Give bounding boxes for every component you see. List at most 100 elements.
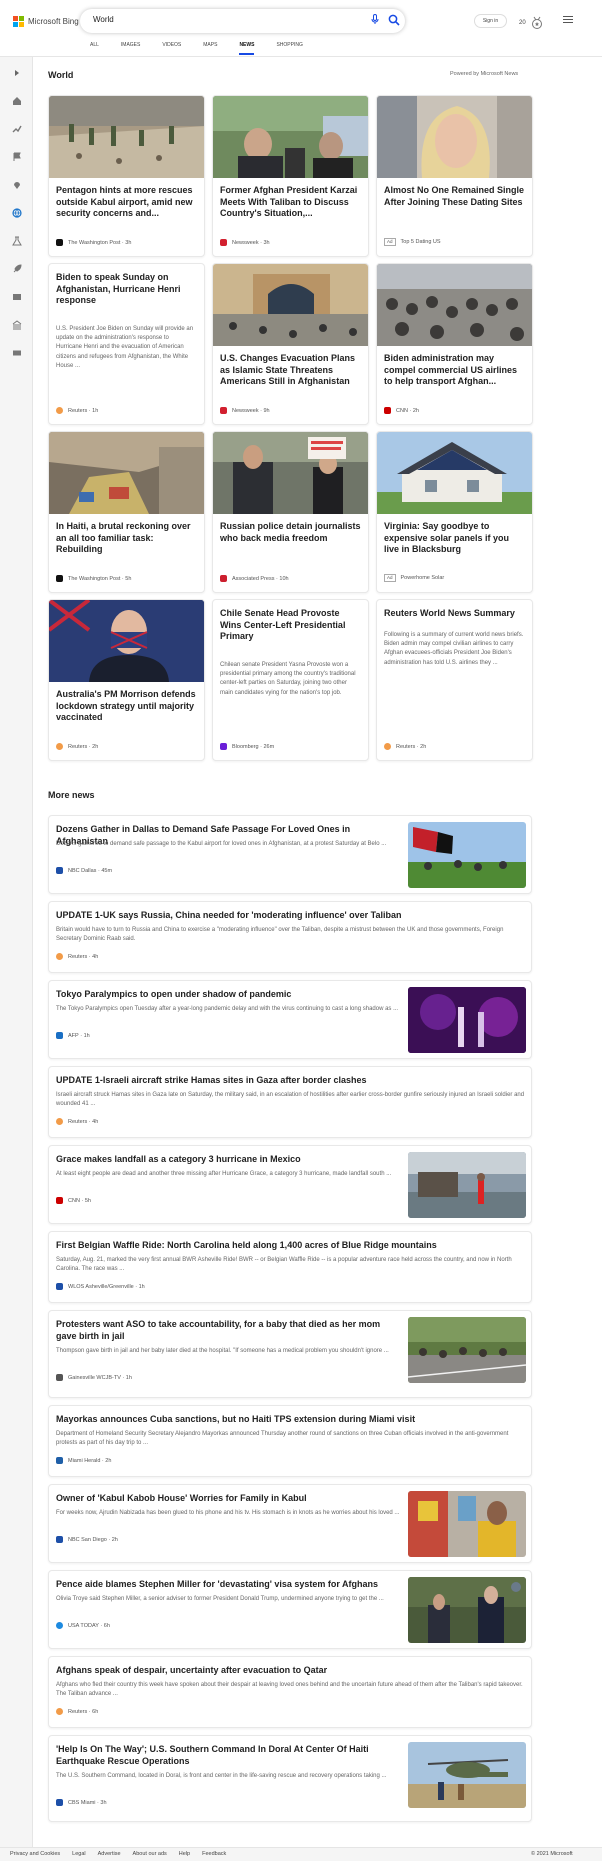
item-title[interactable]: Owner of 'Kabul Kabob House' Worries for… <box>56 1492 401 1504</box>
card-title[interactable]: Almost No One Remained Single After Join… <box>384 185 525 208</box>
entertainment-icon[interactable] <box>11 291 23 303</box>
news-card[interactable]: Australia's PM Morrison defends lockdown… <box>48 599 205 761</box>
card-title[interactable]: In Haiti, a brutal reckoning over an all… <box>56 521 197 556</box>
card-description: Chilean senate President Yasna Provoste … <box>220 662 356 696</box>
section-title: World <box>48 70 74 80</box>
item-title[interactable]: Protesters want ASO to take accountabili… <box>56 1318 401 1342</box>
item-title[interactable]: Tokyo Paralympics to open under shadow o… <box>56 988 401 1000</box>
search-icon[interactable] <box>388 14 400 26</box>
card-title[interactable]: Biden administration may compel commerci… <box>384 353 525 388</box>
menu-icon[interactable] <box>563 16 573 25</box>
business-icon[interactable] <box>11 319 23 331</box>
card-source: Reuters · 2h <box>384 743 426 750</box>
news-card[interactable]: Pentagon hints at more rescues outside K… <box>48 95 205 257</box>
science-icon[interactable] <box>11 235 23 247</box>
news-card[interactable]: Biden administration may compel commerci… <box>376 263 533 425</box>
publisher-icon <box>56 575 63 582</box>
card-source: Bloomberg · 26m <box>220 743 274 750</box>
card-title[interactable]: U.S. Changes Evacuation Plans as Islamic… <box>220 353 361 388</box>
news-card[interactable]: In Haiti, a brutal reckoning over an all… <box>48 431 205 593</box>
news-item[interactable]: Mayorkas announces Cuba sanctions, but n… <box>48 1405 532 1477</box>
item-source: Gainesville WCJB-TV · 1h <box>56 1374 132 1381</box>
item-source: NBC Dallas · 45m <box>56 867 112 874</box>
tab-news[interactable]: NEWS <box>239 42 255 56</box>
publisher-icon <box>384 743 391 750</box>
footer-link-feedback[interactable]: Feedback <box>202 1851 226 1857</box>
item-description: Thompson gave birth in jail and her baby… <box>56 1348 389 1354</box>
news-card[interactable]: Russian police detain journalists who ba… <box>212 431 369 593</box>
footer-link-legal[interactable]: Legal <box>72 1851 85 1857</box>
rewards-button[interactable]: 20 <box>519 16 544 30</box>
search-box[interactable]: World <box>80 9 405 33</box>
item-source: Miami Herald · 2h <box>56 1457 111 1464</box>
footer-link-privacy[interactable]: Privacy and Cookies <box>10 1851 60 1857</box>
home-icon[interactable] <box>11 95 23 107</box>
publisher-icon <box>384 407 391 414</box>
item-title[interactable]: 'Help Is On The Way'; U.S. Southern Comm… <box>56 1743 401 1767</box>
card-title[interactable]: Russian police detain journalists who ba… <box>220 521 361 544</box>
publisher-icon <box>56 1622 63 1629</box>
card-description: U.S. President Joe Biden on Sunday will … <box>56 326 194 369</box>
us-news-flag-icon[interactable] <box>11 151 23 163</box>
microphone-icon[interactable] <box>371 14 379 25</box>
news-item[interactable]: UPDATE 1-Israeli aircraft strike Hamas s… <box>48 1066 532 1138</box>
money-icon[interactable] <box>11 347 23 359</box>
item-title[interactable]: Pence aide blames Stephen Miller for 'de… <box>56 1578 401 1590</box>
news-card[interactable]: Former Afghan President Karzai Meets Wit… <box>212 95 369 257</box>
tab-all[interactable]: ALL <box>90 42 99 56</box>
ad-card[interactable]: Virginia: Say goodbye to expensive solar… <box>376 431 533 593</box>
card-title[interactable]: Pentagon hints at more rescues outside K… <box>56 185 197 220</box>
item-title[interactable]: Grace makes landfall as a category 3 hur… <box>56 1153 401 1165</box>
news-item[interactable]: Owner of 'Kabul Kabob House' Worries for… <box>48 1484 532 1563</box>
footer-link-advertise[interactable]: Advertise <box>98 1851 121 1857</box>
card-title[interactable]: Chile Senate Head Provoste Wins Center-L… <box>220 608 361 643</box>
powered-by[interactable]: Powered by Microsoft News <box>450 71 518 77</box>
item-title[interactable]: First Belgian Waffle Ride: North Carolin… <box>56 1239 526 1251</box>
item-title[interactable]: Mayorkas announces Cuba sanctions, but n… <box>56 1413 526 1425</box>
news-card[interactable]: Chile Senate Head Provoste Wins Center-L… <box>212 599 369 761</box>
footer-links: Privacy and Cookies Legal Advertise Abou… <box>10 1851 238 1857</box>
local-pin-icon[interactable] <box>11 179 23 191</box>
news-item[interactable]: Pence aide blames Stephen Miller for 'de… <box>48 1570 532 1649</box>
news-card[interactable]: Biden to speak Sunday on Afghanistan, Hu… <box>48 263 205 425</box>
item-title[interactable]: UPDATE 1-Israeli aircraft strike Hamas s… <box>56 1074 526 1086</box>
news-item[interactable]: Protesters want ASO to take accountabili… <box>48 1310 532 1398</box>
sign-in-button[interactable]: Sign in <box>474 14 507 28</box>
news-item[interactable]: Tokyo Paralympics to open under shadow o… <box>48 980 532 1059</box>
card-title[interactable]: Biden to speak Sunday on Afghanistan, Hu… <box>56 272 197 307</box>
item-title[interactable]: Afghans speak of despair, uncertainty af… <box>56 1664 526 1676</box>
bing-logo[interactable]: Microsoft Bing <box>13 16 79 27</box>
expand-rail-icon[interactable] <box>11 67 23 79</box>
news-item[interactable]: Dozens Gather in Dallas to Demand Safe P… <box>48 815 532 894</box>
item-title[interactable]: UPDATE 1-UK says Russia, China needed fo… <box>56 909 526 921</box>
news-item[interactable]: Grace makes landfall as a category 3 hur… <box>48 1145 532 1224</box>
rewards-medal-icon <box>531 16 542 29</box>
news-card[interactable]: Reuters World News Summary Following is … <box>376 599 533 761</box>
card-title[interactable]: Australia's PM Morrison defends lockdown… <box>56 689 197 724</box>
news-item[interactable]: Afghans speak of despair, uncertainty af… <box>48 1656 532 1728</box>
ad-card[interactable]: Almost No One Remained Single After Join… <box>376 95 533 257</box>
trending-icon[interactable] <box>11 123 23 135</box>
news-item[interactable]: First Belgian Waffle Ride: North Carolin… <box>48 1231 532 1303</box>
item-source: Reuters · 4h <box>56 1118 98 1125</box>
tab-maps[interactable]: MAPS <box>203 42 217 56</box>
news-card[interactable]: U.S. Changes Evacuation Plans as Islamic… <box>212 263 369 425</box>
card-image <box>213 96 368 178</box>
tab-shopping[interactable]: SHOPPING <box>276 42 302 56</box>
search-input[interactable]: World <box>93 15 114 24</box>
card-title[interactable]: Virginia: Say goodbye to expensive solar… <box>384 521 525 556</box>
copyright: © 2021 Microsoft <box>531 1851 573 1857</box>
footer-link-about-ads[interactable]: About our ads <box>133 1851 167 1857</box>
card-title[interactable]: Reuters World News Summary <box>384 608 525 620</box>
scope-tabs: ALL IMAGES VIDEOS MAPS NEWS SHOPPING <box>90 42 325 56</box>
card-title[interactable]: Former Afghan President Karzai Meets Wit… <box>220 185 361 220</box>
news-item[interactable]: UPDATE 1-UK says Russia, China needed fo… <box>48 901 532 973</box>
footer-link-help[interactable]: Help <box>179 1851 190 1857</box>
tab-videos[interactable]: VIDEOS <box>162 42 181 56</box>
news-item[interactable]: 'Help Is On The Way'; U.S. Southern Comm… <box>48 1735 532 1822</box>
tab-images[interactable]: IMAGES <box>121 42 140 56</box>
publisher-icon <box>56 1457 63 1464</box>
technology-rocket-icon[interactable] <box>11 263 23 275</box>
item-source: CBS Miami · 3h <box>56 1799 107 1806</box>
world-globe-icon[interactable] <box>11 207 23 219</box>
